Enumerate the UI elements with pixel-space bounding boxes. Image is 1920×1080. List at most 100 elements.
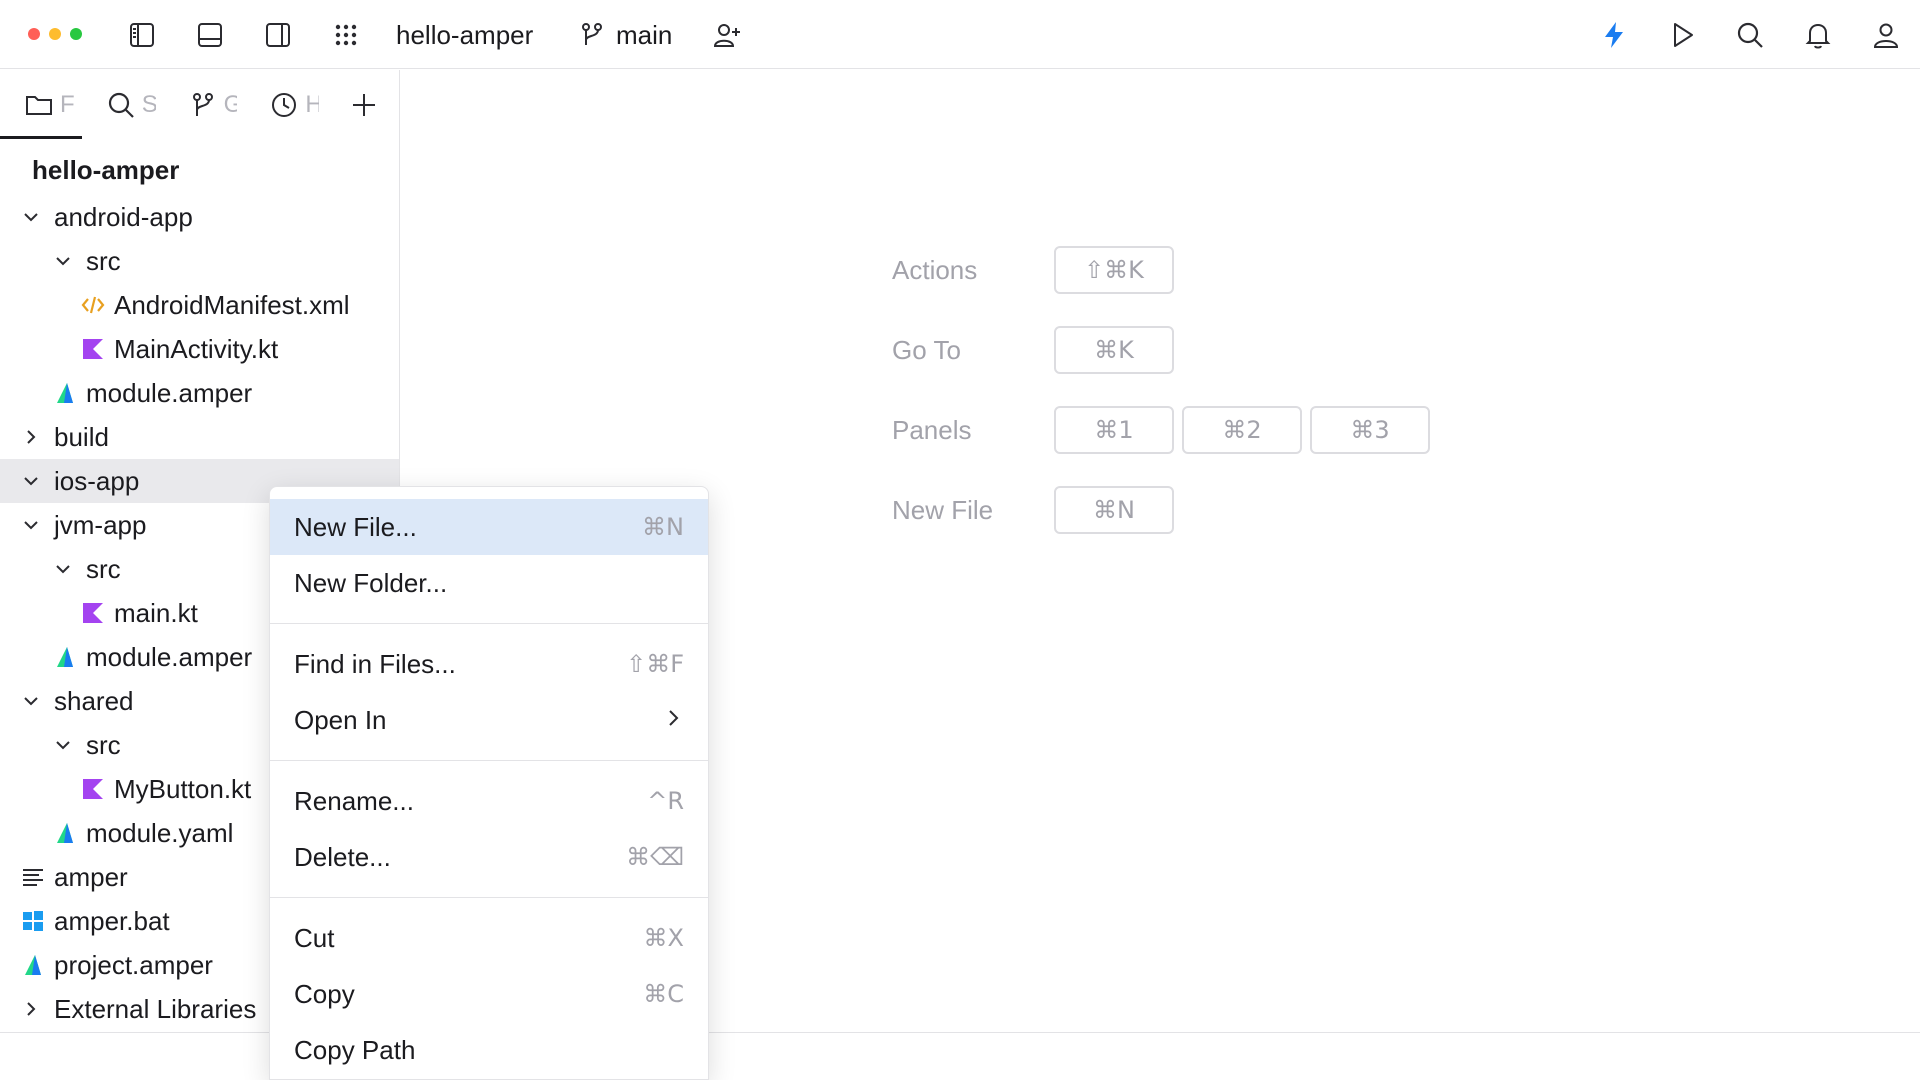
shortcut-hints: Actions ⇧⌘K Go To ⌘K Panels ⌘1 ⌘2 ⌘3 New…	[892, 246, 1438, 566]
project-name[interactable]: hello-amper	[396, 17, 533, 53]
menu-item-label: Cut	[294, 922, 335, 953]
hint-goto: Go To ⌘K	[892, 326, 1438, 374]
chevron-down-icon[interactable]	[20, 206, 42, 228]
play-icon	[1674, 23, 1693, 47]
toggle-right-panel-button[interactable]	[260, 17, 296, 53]
zoom-window-button[interactable]	[70, 28, 82, 40]
lightning-icon	[1605, 22, 1623, 48]
menu-separator	[270, 897, 708, 898]
tree-item-label: amper	[54, 861, 128, 892]
menu-item-label: Open In	[294, 704, 387, 735]
run-button[interactable]	[1664, 17, 1700, 53]
tree-item-label: amper.bat	[54, 905, 170, 936]
hint-new-file: New File ⌘N	[892, 486, 1438, 534]
bell-icon	[1805, 23, 1831, 49]
chevron-down-icon[interactable]	[52, 558, 74, 580]
minimize-window-button[interactable]	[49, 28, 61, 40]
shortcut-key: ⌘2	[1182, 406, 1302, 454]
close-window-button[interactable]	[28, 28, 40, 40]
search-icon	[1737, 22, 1763, 48]
quick-action-button[interactable]	[1596, 17, 1632, 53]
menu-item-label: New File...	[294, 511, 417, 542]
tree-item-label: main.kt	[114, 597, 198, 628]
tree-root[interactable]: hello-amper	[0, 145, 399, 195]
menu-item-open-in[interactable]: Open In	[270, 692, 708, 748]
menu-item-shortcut: ⌘N	[642, 513, 684, 541]
toggle-left-panel-button[interactable]	[124, 17, 160, 53]
apps-grid-button[interactable]	[328, 17, 364, 53]
chevron-down-icon[interactable]	[20, 470, 42, 492]
tab-git-label: Git	[223, 90, 238, 118]
bottom-panel-icon	[198, 23, 222, 47]
tree-item-androidmanifest[interactable]: AndroidManifest.xml	[0, 283, 399, 327]
tab-history-label: History	[305, 90, 320, 118]
shortcut-key: ⌘K	[1054, 326, 1174, 374]
left-panel-icon	[130, 23, 154, 47]
account-button[interactable]	[1868, 17, 1904, 53]
kotlin-file-icon	[80, 600, 106, 626]
tree-item-label: android-app	[54, 201, 193, 232]
hint-panels: Panels ⌘1 ⌘2 ⌘3	[892, 406, 1438, 454]
tab-search[interactable]: Search	[82, 70, 164, 139]
chevron-right-icon	[662, 705, 684, 736]
tree-item-label: src	[86, 245, 121, 276]
hint-label: Go To	[892, 334, 961, 365]
tree-item-mainactivity[interactable]: MainActivity.kt	[0, 327, 399, 371]
tree-item-label: External Libraries	[54, 993, 257, 1024]
hint-actions: Actions ⇧⌘K	[892, 246, 1438, 294]
search-button[interactable]	[1732, 17, 1768, 53]
menu-item-label: Rename...	[294, 785, 414, 816]
tree-item-module-amper[interactable]: module.amper	[0, 371, 399, 415]
menu-separator	[270, 760, 708, 761]
menu-item-cut[interactable]: Cut ⌘X	[270, 910, 708, 966]
amper-file-icon	[52, 820, 78, 846]
chevron-down-icon[interactable]	[52, 734, 74, 756]
chevron-down-icon[interactable]	[20, 514, 42, 536]
menu-item-shortcut: ^R	[647, 787, 684, 815]
add-collaborator-button[interactable]	[709, 17, 745, 53]
menu-item-rename[interactable]: Rename... ^R	[270, 773, 708, 829]
right-panel-icon	[266, 23, 290, 47]
menu-item-new-folder[interactable]: New Folder...	[270, 555, 708, 611]
menu-item-copy[interactable]: Copy ⌘C	[270, 966, 708, 1022]
tree-item-label: module.amper	[86, 641, 253, 672]
add-user-icon	[713, 24, 740, 47]
tree-item-label: module.yaml	[86, 817, 234, 848]
search-icon	[108, 92, 134, 118]
notifications-button[interactable]	[1800, 17, 1836, 53]
chevron-right-icon[interactable]	[20, 426, 42, 448]
tree-item-label: shared	[54, 685, 134, 716]
menu-item-find-in-files[interactable]: Find in Files... ⇧⌘F	[270, 636, 708, 692]
user-icon	[1873, 23, 1899, 48]
tree-item-label: MainActivity.kt	[114, 333, 279, 364]
shortcut-key: ⌘3	[1310, 406, 1430, 454]
chevron-down-icon[interactable]	[52, 250, 74, 272]
tree-item-src[interactable]: src	[0, 239, 399, 283]
windows-file-icon	[20, 908, 46, 934]
tree-item-label: jvm-app	[54, 509, 147, 540]
tab-files[interactable]: Files	[0, 70, 82, 139]
shortcut-key: ⌘1	[1054, 406, 1174, 454]
tree-item-build[interactable]: build	[0, 415, 399, 459]
context-menu: New File... ⌘N New Folder... Find in Fil…	[269, 486, 709, 1080]
tab-history[interactable]: History	[245, 70, 327, 139]
menu-item-delete[interactable]: Delete... ⌘⌫	[270, 829, 708, 885]
tab-git[interactable]: Git	[164, 70, 246, 139]
menu-item-copy-path[interactable]: Copy Path	[270, 1022, 708, 1078]
chevron-down-icon[interactable]	[20, 690, 42, 712]
tree-item-label: AndroidManifest.xml	[114, 289, 350, 320]
tree-item-label: ios-app	[54, 465, 140, 496]
menu-separator	[270, 623, 708, 624]
branch-selector[interactable]: main	[578, 17, 672, 53]
chevron-right-icon[interactable]	[20, 998, 42, 1020]
toggle-bottom-panel-button[interactable]	[192, 17, 228, 53]
tree-item-android-app[interactable]: android-app	[0, 195, 399, 239]
text-file-icon	[20, 864, 46, 890]
amper-file-icon	[52, 380, 78, 406]
tab-search-label: Search	[141, 90, 156, 118]
menu-item-label: Find in Files...	[294, 648, 456, 679]
add-tab-button[interactable]	[327, 70, 399, 139]
menu-item-label: Delete...	[294, 841, 391, 872]
title-bar: hello-amper main	[0, 0, 1920, 69]
menu-item-new-file[interactable]: New File... ⌘N	[270, 499, 708, 555]
